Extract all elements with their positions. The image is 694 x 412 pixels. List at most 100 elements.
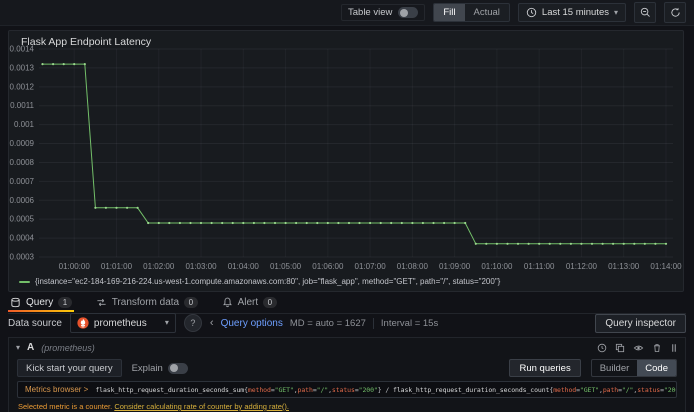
builder-option[interactable]: Builder (592, 360, 638, 376)
top-toolbar: Table view Fill Actual Last 15 minutes ▾ (0, 0, 694, 26)
svg-text:01:14:00: 01:14:00 (650, 262, 682, 271)
svg-text:01:06:00: 01:06:00 (312, 262, 344, 271)
grafana-panel-editor: Table view Fill Actual Last 15 minutes ▾ (0, 0, 694, 412)
panel-title: Flask App Endpoint Latency (21, 36, 152, 48)
svg-text:01:04:00: 01:04:00 (228, 262, 260, 271)
trash-icon[interactable] (652, 343, 662, 353)
tab-query-count: 1 (58, 297, 72, 308)
query-options-group: ‹ Query options MD = auto = 1627 Interva… (209, 316, 439, 329)
explain-group: Explain (131, 362, 188, 374)
warning-rate-link[interactable]: Consider calculating rate of counter by … (114, 402, 289, 411)
collapse-chevron-icon[interactable]: ▾ (16, 343, 20, 352)
actual-button[interactable]: Actual (465, 4, 509, 21)
tab-query[interactable]: Query 1 (8, 296, 74, 312)
latency-panel: Flask App Endpoint Latency 0.0014 0.0013 0… (8, 30, 684, 292)
svg-text:0.0003: 0.0003 (10, 253, 35, 262)
svg-text:01:08:00: 01:08:00 (397, 262, 429, 271)
fill-button[interactable]: Fill (434, 4, 465, 21)
kick-start-query-button[interactable]: Kick start your query (17, 359, 122, 377)
legend-swatch (19, 280, 30, 283)
zoom-out-icon (640, 7, 651, 18)
datasource-label: Data source (8, 317, 62, 329)
query-editor-section: ▾ A (prometheus) Kick start your query E… (8, 337, 686, 412)
drag-handle-icon[interactable] (670, 343, 678, 353)
svg-text:0.0008: 0.0008 (10, 158, 35, 167)
max-data-points-summary: MD = auto = 1627 (289, 317, 366, 329)
datasource-name: prometheus (93, 317, 147, 329)
tab-query-label: Query (26, 297, 54, 308)
clock-icon (526, 7, 537, 18)
chevron-down-icon: ▾ (164, 318, 169, 327)
tab-alert-label: Alert (237, 297, 259, 308)
latency-chart[interactable]: 0.00140.00130.00120.00110.0010.00090.000… (9, 31, 683, 275)
fill-actual-group: Fill Actual (433, 3, 510, 22)
svg-text:0.0006: 0.0006 (10, 196, 35, 205)
refresh-icon (670, 7, 681, 18)
datasource-help-button[interactable]: ? (183, 314, 202, 332)
legend-series-label: {instance="ec2-184-169-216-224.us-west-1… (35, 277, 501, 286)
svg-text:01:05:00: 01:05:00 (270, 262, 302, 271)
datasource-select[interactable]: prometheus ▾ (69, 313, 176, 333)
chevron-left-icon: ‹ (209, 316, 214, 329)
svg-text:0.0004: 0.0004 (10, 234, 35, 243)
help-icon: ? (190, 318, 196, 328)
tab-alert[interactable]: Alert 0 (220, 296, 279, 311)
tab-transform-count: 0 (184, 297, 198, 308)
svg-text:01:01:00: 01:01:00 (101, 262, 133, 271)
query-row-header[interactable]: ▾ A (prometheus) (9, 338, 685, 357)
counter-warning: Selected metric is a counter. Consider c… (9, 401, 685, 412)
chevron-down-icon: ▾ (613, 7, 618, 17)
tab-transform-data[interactable]: Transform data 0 (94, 296, 200, 311)
svg-text:01:09:00: 01:09:00 (439, 262, 471, 271)
zoom-out-button[interactable] (634, 2, 656, 23)
prometheus-icon (77, 317, 89, 329)
svg-text:01:03:00: 01:03:00 (185, 262, 217, 271)
query-row-actions (597, 343, 678, 353)
builder-code-toggle: Builder Code (590, 359, 677, 377)
refresh-button[interactable] (664, 2, 686, 23)
query-code-field[interactable]: Metrics browser > flask_http_request_dur… (17, 381, 677, 398)
svg-text:01:12:00: 01:12:00 (566, 262, 598, 271)
tab-alert-count: 0 (263, 297, 277, 308)
svg-text:0.0011: 0.0011 (10, 101, 34, 110)
transform-icon (96, 297, 107, 308)
svg-text:01:10:00: 01:10:00 (481, 262, 513, 271)
duplicate-icon[interactable] (615, 343, 625, 353)
chart-legend[interactable]: {instance="ec2-184-169-216-224.us-west-1… (19, 277, 500, 286)
query-datasource-hint: (prometheus) (41, 342, 95, 353)
query-ref-id: A (27, 342, 35, 353)
svg-text:0.0005: 0.0005 (10, 215, 35, 224)
code-option[interactable]: Code (637, 360, 676, 376)
table-view-toggle[interactable] (398, 7, 419, 18)
svg-text:01:11:00: 01:11:00 (524, 262, 555, 271)
query-inspector-button[interactable]: Query inspector (595, 313, 686, 333)
query-expression[interactable]: flask_http_request_duration_seconds_sum{… (95, 386, 676, 394)
svg-text:0.0013: 0.0013 (10, 63, 35, 72)
table-view-group: Table view (341, 4, 426, 21)
active-tab-underline (8, 310, 74, 312)
query-options-toggle[interactable]: Query options (221, 318, 283, 329)
warning-text: Selected metric is a counter. (18, 402, 113, 411)
svg-text:01:07:00: 01:07:00 (355, 262, 387, 271)
metrics-browser-toggle[interactable]: Metrics browser > (25, 385, 88, 394)
datasource-row: Data source prometheus ▾ ? ‹ Query optio… (8, 313, 686, 333)
svg-text:0.0012: 0.0012 (10, 82, 35, 91)
time-range-picker[interactable]: Last 15 minutes ▾ (517, 3, 626, 22)
editor-tabs: Query 1 Transform data 0 Alert 0 (8, 296, 686, 314)
history-icon[interactable] (597, 343, 607, 353)
svg-text:0.0009: 0.0009 (10, 139, 35, 148)
bell-icon (222, 297, 233, 308)
run-queries-button[interactable]: Run queries (509, 359, 581, 377)
explain-label: Explain (131, 362, 163, 374)
divider (372, 317, 374, 329)
svg-text:01:00:00: 01:00:00 (59, 262, 91, 271)
query-toolbar-row: Kick start your query Explain Run querie… (9, 357, 685, 380)
svg-text:0.0007: 0.0007 (10, 177, 35, 186)
table-view-label: Table view (348, 7, 393, 18)
svg-text:0.001: 0.001 (14, 120, 35, 129)
time-range-label: Last 15 minutes (541, 7, 609, 18)
eye-icon[interactable] (633, 343, 644, 353)
interval-summary: Interval = 15s (380, 317, 439, 329)
database-icon (10, 297, 21, 308)
explain-toggle[interactable] (167, 362, 188, 374)
